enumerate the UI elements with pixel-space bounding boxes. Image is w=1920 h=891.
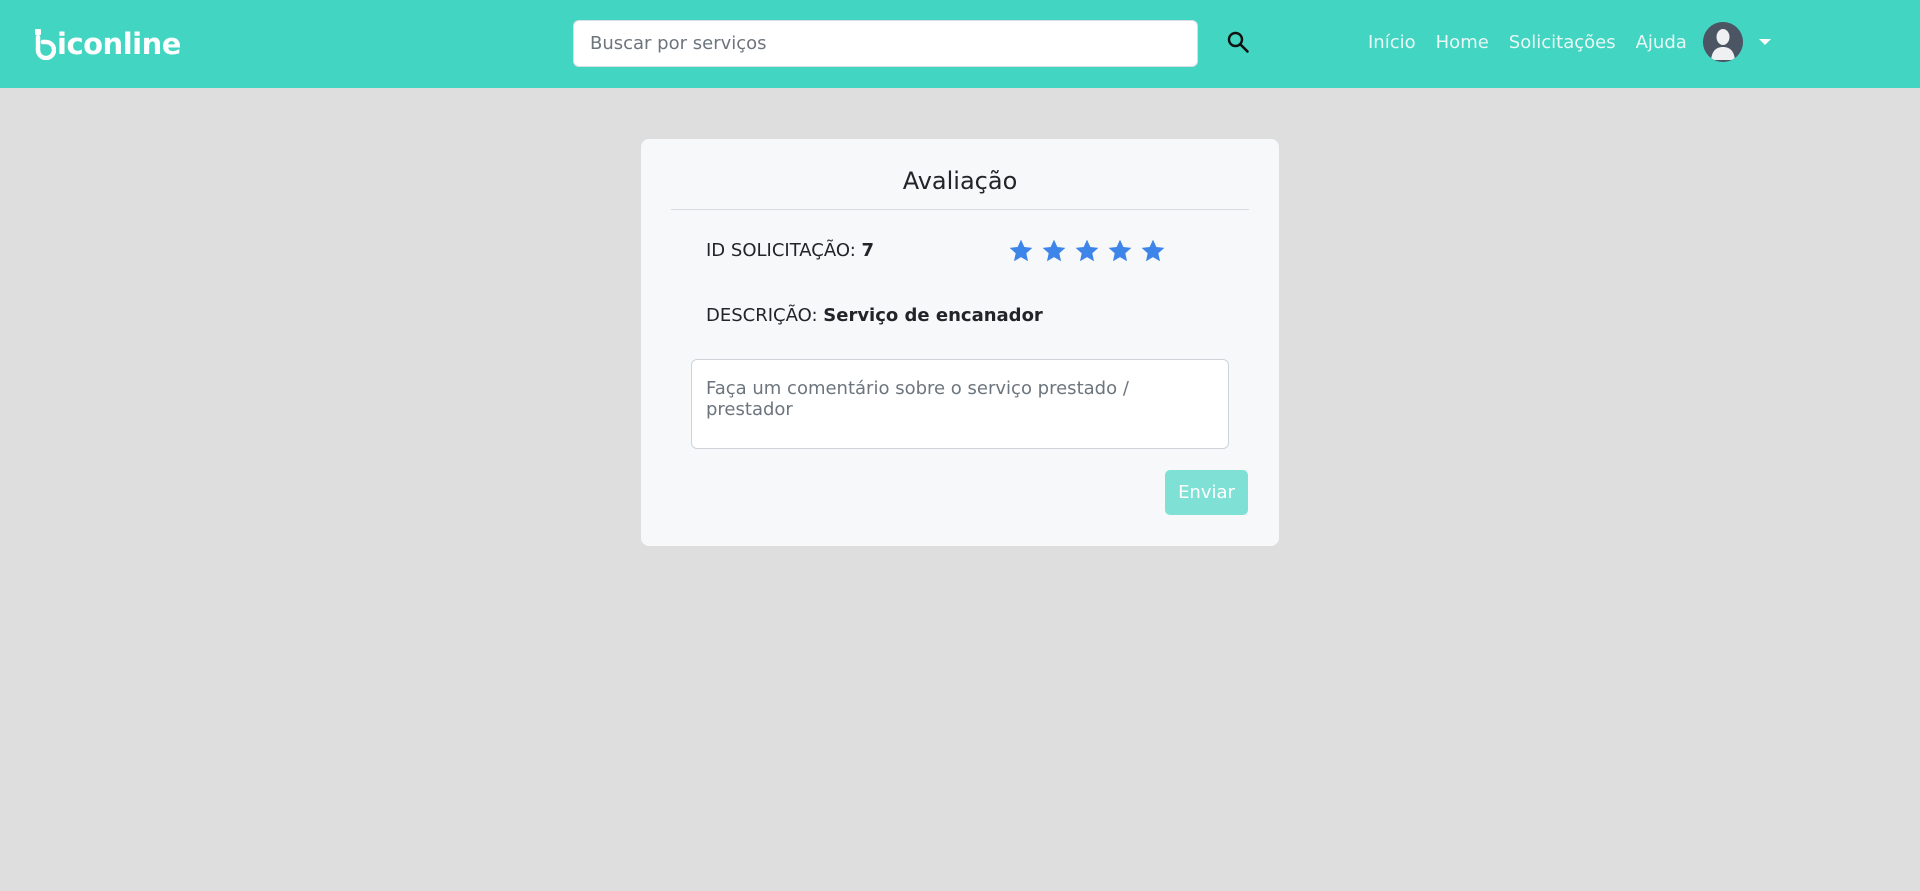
user-avatar-icon xyxy=(1702,22,1743,62)
nav-link-home[interactable]: Home xyxy=(1436,32,1489,53)
nav-link-solicitacoes[interactable]: Solicitações xyxy=(1509,32,1616,53)
nav-link-ajuda[interactable]: Ajuda xyxy=(1636,32,1687,53)
user-avatar[interactable] xyxy=(1702,22,1743,62)
submit-button[interactable]: Enviar xyxy=(1165,470,1248,515)
top-navbar: iconline Início Home Solicitações Ajuda xyxy=(0,0,1920,88)
comment-textarea[interactable] xyxy=(691,359,1229,449)
search-input[interactable] xyxy=(573,20,1198,67)
nav-links: Início Home Solicitações Ajuda xyxy=(1368,22,1771,62)
brand-logo[interactable]: iconline xyxy=(34,24,181,64)
request-id-value: 7 xyxy=(861,240,875,261)
description-row: DESCRIÇÃO: Serviço de encanador xyxy=(706,305,1043,326)
request-id-label: ID SOLICITAÇÃO: xyxy=(706,240,856,261)
star-rating[interactable] xyxy=(1008,238,1173,264)
card-title: Avaliação xyxy=(902,167,1018,195)
star-icon[interactable] xyxy=(1041,238,1067,264)
logo-mark-icon xyxy=(35,29,56,60)
description-value: Serviço de encanador xyxy=(823,305,1043,326)
search-button[interactable] xyxy=(1222,26,1254,58)
caret-down-icon[interactable] xyxy=(1758,39,1771,45)
title-divider xyxy=(671,209,1249,210)
description-label: DESCRIÇÃO: xyxy=(706,305,818,326)
nav-link-inicio[interactable]: Início xyxy=(1368,32,1416,53)
star-icon[interactable] xyxy=(1008,238,1034,264)
star-icon[interactable] xyxy=(1107,238,1133,264)
star-icon[interactable] xyxy=(1074,238,1100,264)
logo-text: iconline xyxy=(57,27,181,61)
star-icon[interactable] xyxy=(1140,238,1166,264)
rating-card: Avaliação ID SOLICITAÇÃO: 7 DESCRIÇÃO: S… xyxy=(641,139,1279,546)
search-icon xyxy=(1227,31,1249,53)
request-id-row: ID SOLICITAÇÃO: 7 xyxy=(706,240,874,261)
